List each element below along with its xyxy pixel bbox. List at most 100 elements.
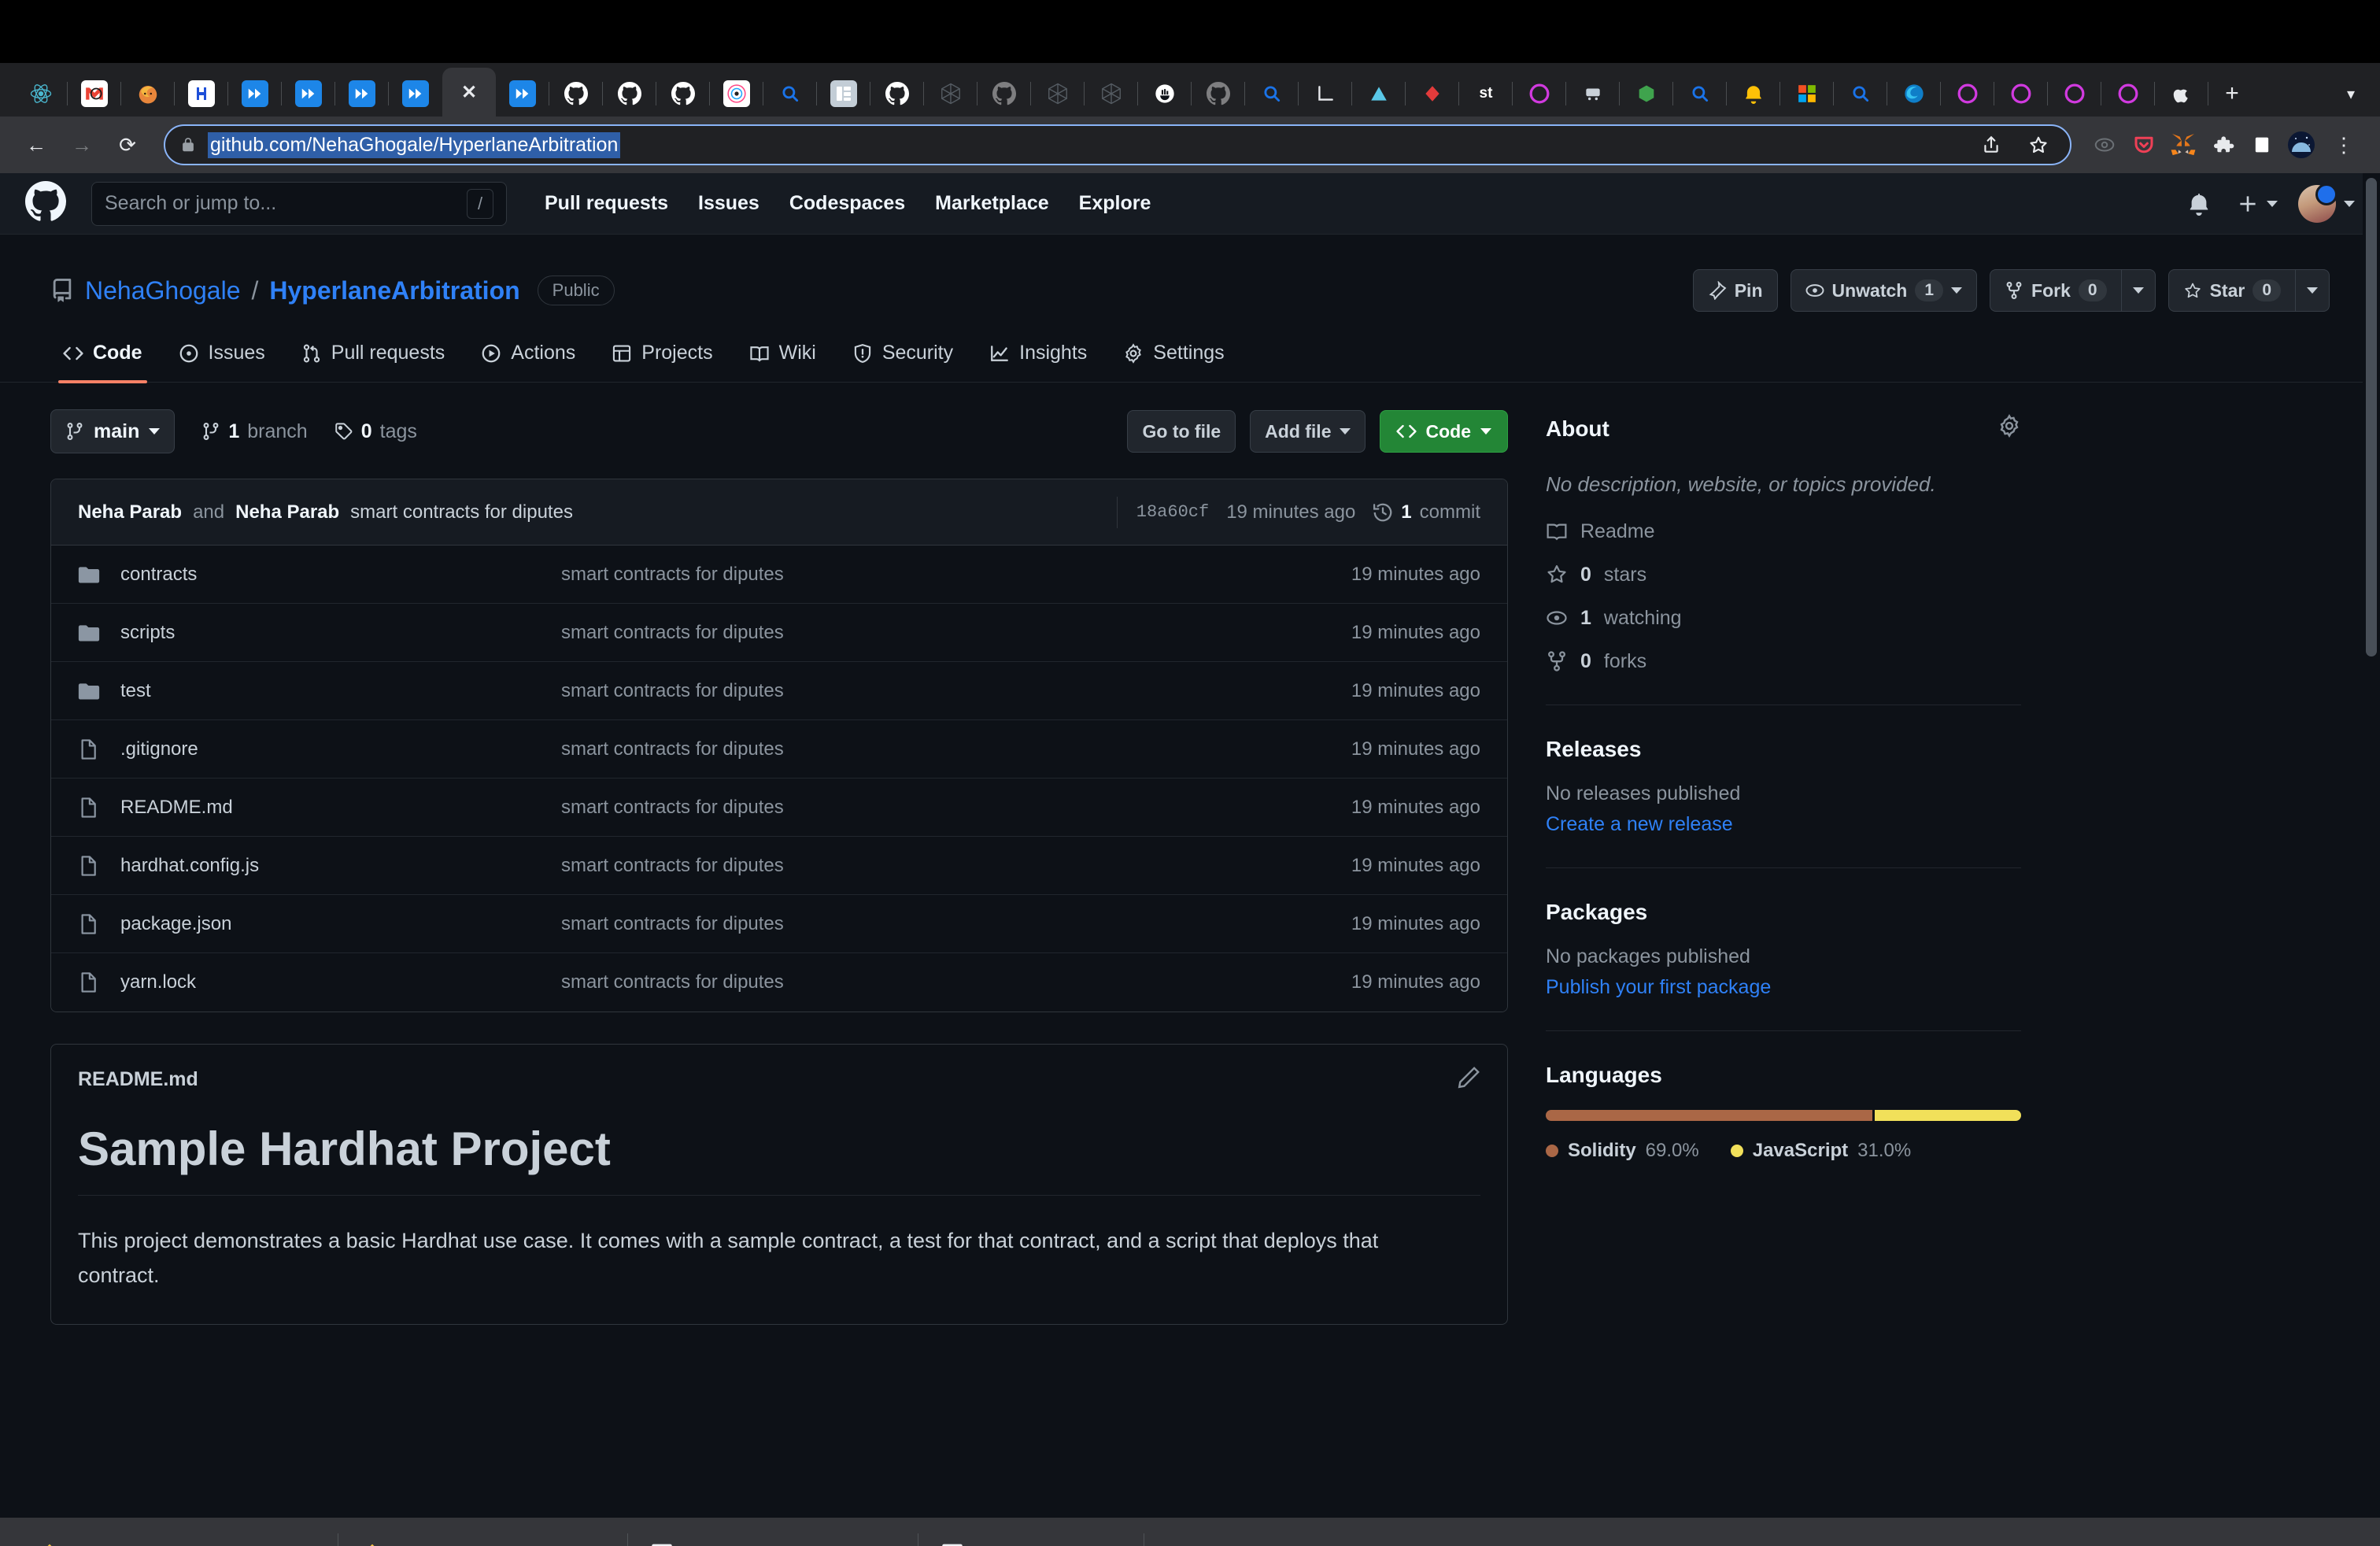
- browser-tab-40[interactable]: [2155, 71, 2208, 117]
- browser-tab-12[interactable]: [656, 71, 710, 117]
- about-stat-row[interactable]: 0 stars: [1546, 564, 2021, 586]
- file-name-link[interactable]: hardhat.config.js: [120, 855, 561, 877]
- browser-tab-30[interactable]: [1620, 71, 1673, 117]
- fork-button[interactable]: Fork 0: [1990, 269, 2121, 312]
- file-commit-message[interactable]: smart contracts for diputes: [561, 797, 1351, 819]
- browser-tab-26[interactable]: [1406, 71, 1459, 117]
- fork-dropdown-button[interactable]: [2120, 269, 2156, 312]
- browser-tab-34[interactable]: [1834, 71, 1887, 117]
- browser-tab-32[interactable]: [1727, 71, 1780, 117]
- file-row[interactable]: yarn.lock smart contracts for diputes 19 m…: [51, 953, 1507, 1012]
- browser-tab-25[interactable]: [1352, 71, 1406, 117]
- language-legend-item[interactable]: JavaScript 31.0%: [1730, 1140, 1911, 1162]
- file-name-link[interactable]: yarn.lock: [120, 971, 561, 993]
- browser-tab-0[interactable]: [14, 71, 68, 117]
- file-row[interactable]: test smart contracts for diputes 19 minute…: [51, 662, 1507, 720]
- pocket-icon[interactable]: [2127, 128, 2161, 162]
- global-nav-item-marketplace[interactable]: Marketplace: [935, 192, 1049, 215]
- repo-tab-code[interactable]: Code: [50, 335, 155, 383]
- file-row[interactable]: hardhat.config.js smart contracts for dip…: [51, 837, 1507, 895]
- about-stat-row[interactable]: 1 watching: [1546, 607, 2021, 630]
- scrollbar-thumb[interactable]: [2366, 178, 2377, 656]
- repo-name-link[interactable]: HyperlaneArbitration: [269, 276, 519, 305]
- file-row[interactable]: README.md smart contracts for diputes 19 m…: [51, 779, 1507, 837]
- browser-tab-18[interactable]: [978, 71, 1031, 117]
- star-icon[interactable]: [2021, 128, 2056, 162]
- file-commit-message[interactable]: smart contracts for diputes: [561, 913, 1351, 935]
- puzzle-extensions-icon[interactable]: [2205, 128, 2240, 162]
- file-row[interactable]: .gitignore smart contracts for diputes 19 …: [51, 720, 1507, 779]
- page-scrollbar[interactable]: [2363, 173, 2380, 1518]
- file-name-link[interactable]: scripts: [120, 622, 561, 644]
- browser-tab-4[interactable]: [228, 71, 282, 117]
- browser-tab-8[interactable]: ✕: [442, 68, 496, 117]
- share-icon[interactable]: [1974, 128, 2009, 162]
- browser-tab-2[interactable]: [121, 71, 175, 117]
- new-tab-button[interactable]: +: [2208, 71, 2256, 117]
- browser-tab-6[interactable]: [335, 71, 389, 117]
- browser-tab-19[interactable]: [1031, 71, 1085, 117]
- repo-tab-projects[interactable]: Projects: [599, 335, 725, 382]
- metamask-icon[interactable]: [2166, 128, 2201, 162]
- browser-tab-29[interactable]: [1566, 71, 1620, 117]
- user-menu[interactable]: [2298, 183, 2355, 223]
- browser-tab-35[interactable]: [1887, 71, 1941, 117]
- file-commit-message[interactable]: smart contracts for diputes: [561, 855, 1351, 877]
- browser-tab-5[interactable]: [282, 71, 335, 117]
- file-name-link[interactable]: contracts: [120, 564, 561, 586]
- download-item[interactable]: MicrosoftEdge-1....pkg^: [16, 1518, 338, 1546]
- branch-selector-button[interactable]: main: [50, 409, 176, 453]
- download-item[interactable]: mining.png^: [918, 1518, 1144, 1546]
- repo-tab-issues[interactable]: Issues: [166, 335, 278, 382]
- browser-tab-22[interactable]: [1192, 71, 1245, 117]
- browser-tab-27[interactable]: st: [1459, 71, 1513, 117]
- code-button[interactable]: Code: [1379, 410, 1508, 453]
- star-dropdown-button[interactable]: [2295, 269, 2330, 312]
- browser-tab-14[interactable]: [763, 71, 817, 117]
- language-bar-segment[interactable]: [1874, 1109, 2021, 1121]
- file-row[interactable]: scripts smart contracts for diputes 19 min…: [51, 604, 1507, 662]
- three-dot-menu-icon[interactable]: ⋮: [2323, 124, 2364, 165]
- file-name-link[interactable]: README.md: [120, 797, 561, 819]
- repo-tab-security[interactable]: Security: [840, 335, 966, 382]
- tag-count-link[interactable]: 0 tags: [334, 420, 417, 443]
- repo-tab-actions[interactable]: Actions: [468, 335, 588, 382]
- browser-tab-24[interactable]: [1299, 71, 1352, 117]
- browser-tab-39[interactable]: [2101, 71, 2155, 117]
- browser-tab-36[interactable]: [1941, 71, 1994, 117]
- download-item[interactable]: smart-contract.png^: [628, 1518, 919, 1546]
- commit-message[interactable]: smart contracts for diputes: [350, 501, 573, 523]
- commit-coauthor[interactable]: Neha Parab: [235, 501, 339, 523]
- file-name-link[interactable]: test: [120, 680, 561, 702]
- browser-tab-11[interactable]: [603, 71, 656, 117]
- browser-tab-31[interactable]: [1673, 71, 1727, 117]
- repo-tab-wiki[interactable]: Wiki: [737, 335, 829, 382]
- global-nav-item-issues[interactable]: Issues: [698, 192, 759, 215]
- download-item[interactable]: node-v18.15.0.pkg^: [338, 1518, 628, 1546]
- browser-tab-15[interactable]: [817, 71, 870, 117]
- language-bar-segment[interactable]: [1546, 1109, 1872, 1121]
- file-commit-message[interactable]: smart contracts for diputes: [561, 564, 1351, 586]
- back-arrow-icon[interactable]: ←: [16, 124, 57, 165]
- show-all-downloads-button[interactable]: Show all: [2193, 1538, 2305, 1546]
- browser-tab-38[interactable]: [2048, 71, 2101, 117]
- file-row[interactable]: package.json smart contracts for diputes 1…: [51, 895, 1507, 953]
- browser-tab-7[interactable]: [389, 71, 442, 117]
- repo-tab-pull-requests[interactable]: Pull requests: [289, 335, 458, 382]
- browser-tab-16[interactable]: [870, 71, 924, 117]
- browser-tab-37[interactable]: [1994, 71, 2048, 117]
- pin-button[interactable]: Pin: [1692, 269, 1778, 312]
- readme-edit-button[interactable]: [1457, 1066, 1480, 1093]
- file-commit-message[interactable]: smart contracts for diputes: [561, 680, 1351, 702]
- browser-tab-28[interactable]: [1513, 71, 1566, 117]
- address-bar[interactable]: github.com/NehaGhogale/HyperlaneArbitrat…: [164, 124, 2071, 165]
- global-nav-item-pull-requests[interactable]: Pull requests: [545, 192, 668, 215]
- global-nav-item-explore[interactable]: Explore: [1079, 192, 1151, 215]
- branch-count-link[interactable]: 1 branch: [201, 420, 308, 443]
- browser-tab-3[interactable]: [175, 71, 228, 117]
- browser-tab-13[interactable]: [710, 71, 763, 117]
- go-to-file-button[interactable]: Go to file: [1127, 410, 1236, 453]
- create-new-button[interactable]: [2237, 193, 2278, 215]
- search-input[interactable]: Search or jump to... /: [91, 181, 507, 226]
- reload-icon[interactable]: ⟳: [107, 124, 148, 165]
